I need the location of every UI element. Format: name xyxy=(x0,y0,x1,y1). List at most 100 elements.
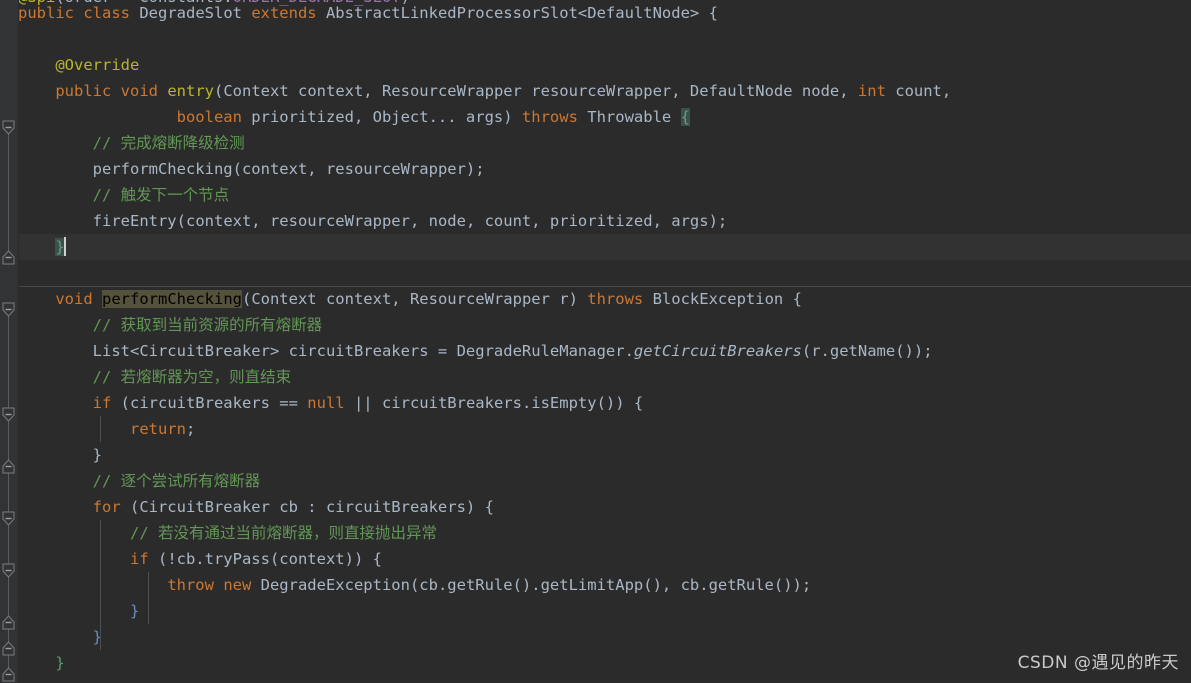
code-token: null xyxy=(307,394,354,412)
gutter-divider xyxy=(18,0,19,683)
code-line[interactable]: public void entry(Context context, Resou… xyxy=(0,78,1191,104)
code-token: (context, resourceWrapper); xyxy=(232,160,485,178)
code-token: (!cb.tryPass(context)) { xyxy=(157,550,382,568)
code-token: throws xyxy=(521,108,588,126)
fold-marker-for-open[interactable] xyxy=(1,511,16,526)
code-token: if xyxy=(92,394,121,412)
code-token: return xyxy=(129,420,186,438)
code-line[interactable]: void performChecking(Context context, Re… xyxy=(0,286,1191,312)
code-line[interactable]: performChecking(context, resourceWrapper… xyxy=(0,156,1191,182)
code-token: // 若熔断器为空，则直结束 xyxy=(92,368,292,386)
indent-guide xyxy=(148,598,149,624)
code-token: fireEntry xyxy=(92,212,177,230)
code-token: // 逐个尝试所有熔断器 xyxy=(92,472,261,490)
fold-marker-if-trypass-close[interactable] xyxy=(1,615,16,630)
code-line[interactable]: fireEntry(context, resourceWrapper, node… xyxy=(0,208,1191,234)
code-token: } xyxy=(92,446,102,464)
code-token: class xyxy=(83,4,140,22)
code-token: } xyxy=(129,602,140,620)
indent-guide xyxy=(100,598,101,624)
fold-marker-if-trypass-open[interactable] xyxy=(1,563,16,578)
code-token: public xyxy=(18,4,84,22)
code-line[interactable]: public class DegradeSlot extends Abstrac… xyxy=(0,0,1191,26)
code-line[interactable]: List<CircuitBreaker> circuitBreakers = D… xyxy=(0,338,1191,364)
code-token: (CircuitBreaker cb : circuitBreakers) { xyxy=(129,498,494,516)
code-token: BlockException { xyxy=(652,290,802,308)
code-token: prioritized, Object... args) xyxy=(251,108,522,126)
code-token: throw xyxy=(167,576,224,594)
fold-marker-method-close[interactable] xyxy=(1,667,16,682)
editor-gutter[interactable] xyxy=(0,0,18,683)
code-token: } xyxy=(55,654,65,672)
fold-marker-performchecking[interactable] xyxy=(1,302,16,317)
code-token: count, xyxy=(895,82,952,100)
watermark-label: CSDN @遇见的昨天 xyxy=(1017,653,1179,673)
fold-marker-entry-open[interactable] xyxy=(1,120,16,135)
indent-guide xyxy=(100,624,101,650)
code-content[interactable]: public class DegradeSlot extends Abstrac… xyxy=(0,0,1191,683)
code-line[interactable]: @Override xyxy=(0,52,1191,78)
code-line[interactable]: } xyxy=(0,650,1191,676)
code-token: entry xyxy=(167,82,214,100)
code-token: // 若没有通过当前熔断器，则直接抛出异常 xyxy=(129,524,437,542)
fold-marker-if-empty-close[interactable] xyxy=(1,459,16,474)
indent-guide xyxy=(100,520,101,546)
code-line[interactable]: // 逐个尝试所有熔断器 xyxy=(0,468,1191,494)
code-token: @Override xyxy=(55,56,140,74)
code-token: (context, resourceWrapper, node, count, … xyxy=(176,212,728,230)
code-token: throws xyxy=(587,290,653,308)
code-line[interactable] xyxy=(0,260,1191,286)
code-line[interactable] xyxy=(0,26,1191,52)
code-editor[interactable]: @Spi(order = Constants.ORDER_DEGRADE_SLO… xyxy=(0,0,1191,683)
indent-guide xyxy=(148,572,149,598)
code-line[interactable]: return; xyxy=(0,416,1191,442)
code-token: public xyxy=(55,82,121,100)
code-line[interactable]: // 获取到当前资源的所有熔断器 xyxy=(0,312,1191,338)
code-line[interactable]: // 触发下一个节点 xyxy=(0,182,1191,208)
indent-guide xyxy=(100,572,101,598)
code-line[interactable]: for (CircuitBreaker cb : circuitBreakers… xyxy=(0,494,1191,520)
code-line[interactable]: } xyxy=(0,234,1191,260)
code-token: Throwable xyxy=(587,108,681,126)
indent-guide xyxy=(100,546,101,572)
code-token: || circuitBreakers.isEmpty()) { xyxy=(353,394,644,412)
code-token: new xyxy=(223,576,261,594)
code-line[interactable]: } xyxy=(0,624,1191,650)
code-line[interactable]: } xyxy=(0,598,1191,624)
code-line[interactable]: // 若熔断器为空，则直结束 xyxy=(0,364,1191,390)
code-line[interactable]: // 若没有通过当前熔断器，则直接抛出异常 xyxy=(0,520,1191,546)
code-token: (Context context, ResourceWrapper resour… xyxy=(214,82,858,100)
code-line[interactable]: // 完成熔断降级检测 xyxy=(0,130,1191,156)
code-line[interactable]: if (circuitBreakers == null || circuitBr… xyxy=(0,390,1191,416)
code-token: (r.getName()); xyxy=(801,342,933,360)
code-line[interactable]: } xyxy=(0,442,1191,468)
code-token: (circuitBreakers == xyxy=(120,394,308,412)
fold-marker-for-close[interactable] xyxy=(1,641,16,656)
fold-marker-entry-close[interactable] xyxy=(1,250,16,265)
code-line[interactable]: boolean prioritized, Object... args) thr… xyxy=(0,104,1191,130)
code-line[interactable]: throw new DegradeException(cb.getRule().… xyxy=(0,572,1191,598)
code-token: DegradeSlot xyxy=(139,4,252,22)
code-line[interactable]: if (!cb.tryPass(context)) { xyxy=(0,546,1191,572)
fold-marker-if-empty-open[interactable] xyxy=(1,407,16,422)
text-caret xyxy=(63,237,66,256)
code-token: getCircuitBreakers xyxy=(633,342,802,360)
code-token: performChecking xyxy=(102,290,242,308)
